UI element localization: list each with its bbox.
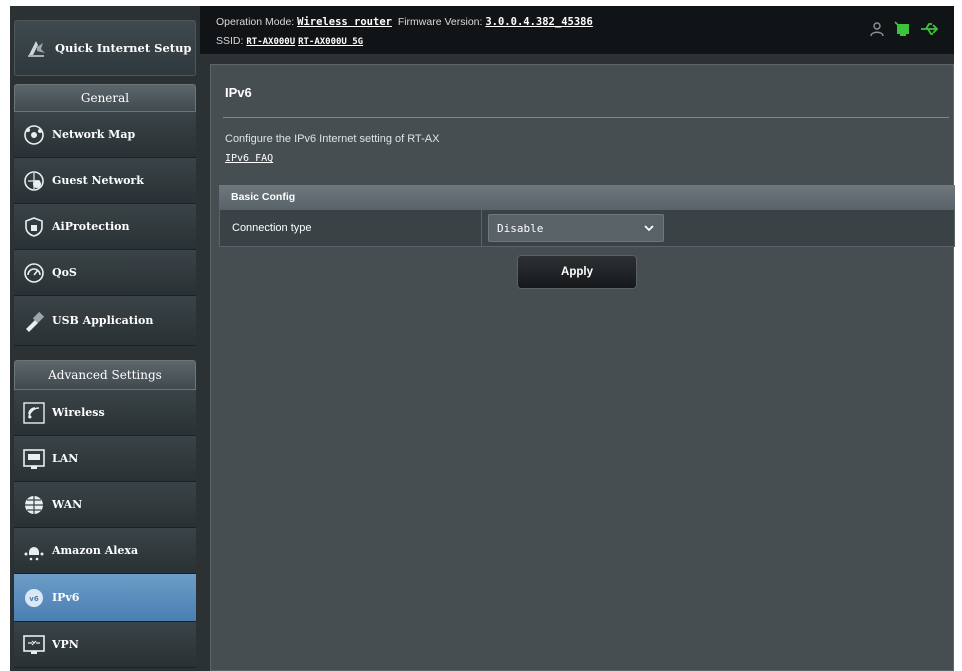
lan-icon	[22, 447, 46, 471]
page-description: Configure the IPv6 Internet setting of R…	[225, 133, 440, 145]
sidebar-item-guest-network[interactable]: Guest Network	[14, 158, 196, 204]
wireless-icon	[22, 401, 46, 425]
quick-setup-icon	[23, 35, 49, 61]
connection-type-label: Connection type	[220, 210, 482, 246]
sidebar: Quick Internet Setup General Network Map…	[10, 6, 200, 671]
shield-icon	[22, 215, 46, 239]
ssid-2g: RT-AX000U	[246, 37, 296, 47]
status-bar: Operation Mode: Wireless router Firmware…	[200, 6, 954, 54]
sidebar-item-qos[interactable]: QoS	[14, 250, 196, 296]
page-title: IPv6	[225, 85, 252, 100]
sidebar-item-label: Wireless	[52, 406, 105, 419]
chevron-down-icon	[643, 222, 655, 237]
sidebar-item-label: Network Map	[52, 128, 136, 141]
network-map-icon	[22, 123, 46, 147]
sidebar-item-network-map[interactable]: Network Map	[14, 112, 196, 158]
sidebar-item-label: QoS	[52, 266, 77, 279]
operation-mode-link[interactable]: Wireless router	[297, 16, 392, 28]
firmware-version-link[interactable]: 3.0.0.4.382_45386	[485, 16, 592, 28]
guest-network-icon	[22, 169, 46, 193]
sidebar-item-label: Guest Network	[52, 174, 144, 187]
sidebar-item-ipv6[interactable]: v6 IPv6	[14, 574, 196, 622]
sidebar-item-lan[interactable]: LAN	[14, 436, 196, 482]
svg-text:v6: v6	[29, 595, 39, 603]
sidebar-item-label: Amazon Alexa	[52, 544, 139, 557]
alexa-icon	[22, 539, 46, 563]
user-icon[interactable]	[870, 21, 886, 40]
sidebar-item-aiprotection[interactable]: AiProtection	[14, 204, 196, 250]
sidebar-item-vpn[interactable]: VPN	[14, 622, 196, 668]
quick-setup-label: Quick Internet Setup	[55, 41, 192, 55]
basic-config-header: Basic Config	[219, 185, 955, 209]
ssid-5g: RT-AX000U_5G	[298, 37, 364, 47]
ipv6-icon: v6	[22, 586, 46, 610]
router-admin-frame: Quick Internet Setup General Network Map…	[10, 6, 955, 671]
connection-type-select[interactable]: Disable	[488, 214, 664, 242]
globe-icon	[22, 493, 46, 517]
internet-status-icon[interactable]	[894, 20, 912, 41]
ssid-label: SSID:	[216, 35, 244, 47]
sidebar-item-label: IPv6	[52, 591, 80, 604]
sidebar-item-label: WAN	[52, 498, 83, 511]
connection-type-value: Disable	[497, 221, 544, 235]
advanced-settings-header: Advanced Settings	[14, 360, 196, 390]
sidebar-item-label: AiProtection	[52, 220, 130, 233]
firmware-label: Firmware Version:	[397, 16, 483, 28]
quick-internet-setup-button[interactable]: Quick Internet Setup	[14, 20, 196, 76]
vpn-icon	[22, 633, 46, 657]
sidebar-item-label: LAN	[52, 452, 79, 465]
ipv6-faq-link[interactable]: IPv6 FAQ	[225, 153, 273, 164]
sidebar-item-label: USB Application	[52, 314, 154, 327]
operation-mode-label: Operation Mode:	[216, 16, 295, 28]
sidebar-item-amazon-alexa[interactable]: Amazon Alexa	[14, 528, 196, 574]
status-icons	[870, 20, 940, 41]
ssid-line: SSID: RT-AX000U RT-AX000U_5G	[216, 35, 363, 47]
sidebar-item-label: VPN	[52, 638, 79, 651]
usb-icon	[22, 309, 46, 333]
sidebar-item-usb-application[interactable]: USB Application	[14, 296, 196, 346]
apply-button[interactable]: Apply	[517, 255, 637, 289]
sidebar-item-wan[interactable]: WAN	[14, 482, 196, 528]
operation-mode-line: Operation Mode: Wireless router Firmware…	[216, 16, 593, 28]
usb-status-icon[interactable]	[920, 21, 940, 40]
connection-type-row: Connection type Disable	[219, 209, 955, 247]
general-header: General	[14, 84, 196, 112]
sidebar-item-wireless[interactable]: Wireless	[14, 390, 196, 436]
ipv6-settings-panel: IPv6 Configure the IPv6 Internet setting…	[210, 64, 955, 671]
title-divider	[223, 117, 949, 118]
gauge-icon	[22, 261, 46, 285]
